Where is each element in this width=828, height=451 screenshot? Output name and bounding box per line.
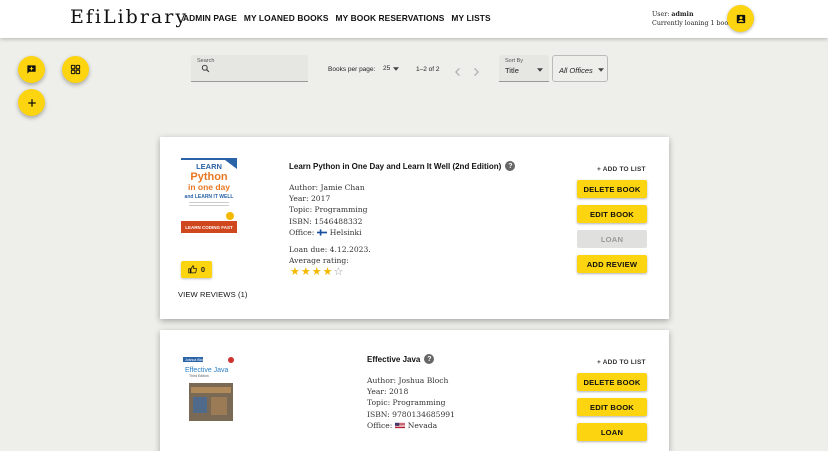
star-filled-icon: ★ (322, 266, 333, 278)
previous-page-button[interactable] (454, 64, 462, 82)
cover-text: LEARN CODING FAST (185, 225, 233, 230)
office-label: Office: (289, 227, 315, 237)
app-header: EfiLibrary ADMIN PAGE MY LOANED BOOKS MY… (0, 0, 828, 38)
book-details: Author: Jamie Chan Year: 2017 Topic: Pro… (289, 182, 367, 238)
office-label: Office: (367, 420, 393, 430)
book-isbn: ISBN: 9780134685991 (367, 409, 455, 419)
book-details: Author: Joshua Bloch Year: 2018 Topic: P… (367, 375, 455, 431)
caret-down-icon (393, 66, 400, 71)
add-to-list-button[interactable]: + ADD TO LIST (597, 166, 646, 173)
loan-status: Currently loaning 1 book (652, 20, 732, 27)
usa-flag-icon (394, 422, 405, 428)
nav-admin-page[interactable]: ADMIN PAGE (183, 13, 237, 23)
star-filled-icon: ★ (290, 266, 300, 278)
book-card: Joshua Bloch Effective Java Third Editio… (160, 330, 669, 451)
book-title-text: Effective Java (367, 354, 421, 364)
pagination-range: 1–2 of 2 (416, 66, 440, 73)
main-nav: ADMIN PAGE MY LOANED BOOKS MY BOOK RESER… (183, 13, 491, 23)
book-year: Year: 2017 (289, 194, 331, 204)
book-author: Author: Joshua Bloch (367, 376, 449, 385)
books-per-page-select[interactable]: 25 (383, 65, 400, 72)
sort-by-select[interactable]: Sort By Title (499, 55, 549, 82)
book-author: Author: Jamie Chan (289, 183, 365, 192)
edit-book-button[interactable]: EDIT BOOK (577, 398, 647, 416)
book-title[interactable]: Learn Python in One Day and Learn It Wel… (289, 161, 516, 171)
office-name: Nevada (407, 420, 438, 430)
nav-my-loaned-books[interactable]: MY LOANED BOOKS (244, 13, 329, 23)
caret-down-icon (537, 68, 543, 72)
view-reviews-button[interactable]: VIEW REVIEWS (1) (178, 290, 248, 299)
books-per-page-value: 25 (383, 65, 391, 72)
nav-my-book-reservations[interactable]: MY BOOK RESERVATIONS (336, 13, 445, 23)
star-filled-icon: ★ (311, 266, 322, 278)
loan-due: Loan due: 4.12.2023. (289, 245, 371, 254)
add-review-button[interactable]: ADD REVIEW (577, 255, 647, 273)
loan-button[interactable]: LOAN (577, 230, 647, 248)
account-box-icon (736, 14, 745, 23)
app-logo[interactable]: EfiLibrary (70, 6, 188, 28)
star-empty-icon: ☆ (333, 266, 344, 278)
add-to-list-button[interactable]: + ADD TO LIST (597, 359, 646, 366)
book-cover-image[interactable]: Joshua Bloch Effective Java Third Editio… (181, 355, 237, 427)
grid-view-button[interactable] (62, 56, 89, 83)
caret-down-icon (598, 68, 604, 72)
book-title[interactable]: Effective Java ? (367, 354, 435, 364)
comment-add-icon (27, 65, 36, 74)
sort-by-value: Title (505, 66, 519, 75)
office-filter-value: All Offices (559, 66, 593, 75)
search-input[interactable] (215, 65, 303, 77)
chevron-right-icon (474, 68, 479, 76)
delete-book-button[interactable]: DELETE BOOK (577, 180, 647, 198)
nav-my-lists[interactable]: MY LISTS (451, 13, 490, 23)
user-prefix: User: (652, 11, 672, 18)
cover-text: LEARN (196, 162, 222, 171)
search-field[interactable]: Search (191, 55, 308, 82)
help-icon[interactable]: ? (424, 354, 435, 364)
thumb-up-icon (188, 265, 197, 274)
cover-text: and LEARN IT WELL (185, 194, 234, 200)
help-icon[interactable]: ? (505, 161, 516, 171)
book-cover-image[interactable]: LEARN Python in one day and LEARN IT WEL… (181, 158, 237, 233)
like-button[interactable]: 0 (181, 261, 212, 278)
book-card: LEARN Python in one day and LEARN IT WEL… (160, 137, 669, 319)
next-page-button[interactable] (472, 64, 480, 82)
average-rating: ★ ★ ★ ★ ☆ (290, 265, 343, 278)
book-office: Office: Nevada (367, 420, 455, 431)
like-count: 0 (200, 265, 206, 274)
cover-text: in one day (188, 182, 230, 192)
book-year: Year: 2018 (367, 387, 409, 397)
books-per-page-label: Books per page: (328, 66, 376, 73)
cover-text: Joshua Bloch (185, 358, 206, 362)
add-book-button[interactable] (18, 89, 45, 116)
cover-text: Third Edition (189, 374, 209, 378)
edit-book-button[interactable]: EDIT BOOK (577, 205, 647, 223)
book-office: Office: Helsinki (289, 227, 367, 238)
book-isbn: ISBN: 1546488332 (289, 216, 363, 226)
user-profile-button[interactable] (727, 5, 754, 32)
office-name: Helsinki (329, 227, 362, 237)
user-name: admin (671, 11, 694, 18)
delete-book-button[interactable]: DELETE BOOK (577, 373, 647, 391)
feedback-button[interactable] (18, 56, 45, 83)
search-icon (201, 64, 210, 73)
chevron-left-icon (455, 68, 460, 76)
user-info: User: admin Currently loaning 1 book (652, 10, 732, 28)
loan-button[interactable]: LOAN (577, 423, 647, 441)
plus-icon (27, 98, 36, 107)
star-filled-icon: ★ (300, 266, 311, 278)
book-topic: Topic: Programming (289, 205, 368, 215)
loan-info: Loan due: 4.12.2023. Average rating: (289, 244, 371, 266)
sort-by-label: Sort By (505, 58, 524, 64)
finland-flag-icon (316, 229, 327, 236)
grid-view-icon (70, 64, 81, 75)
cover-text: Effective Java (185, 367, 229, 374)
office-filter-select[interactable]: All Offices (552, 55, 608, 82)
book-topic: Topic: Programming (367, 398, 446, 408)
book-title-text: Learn Python in One Day and Learn It Wel… (289, 161, 502, 171)
